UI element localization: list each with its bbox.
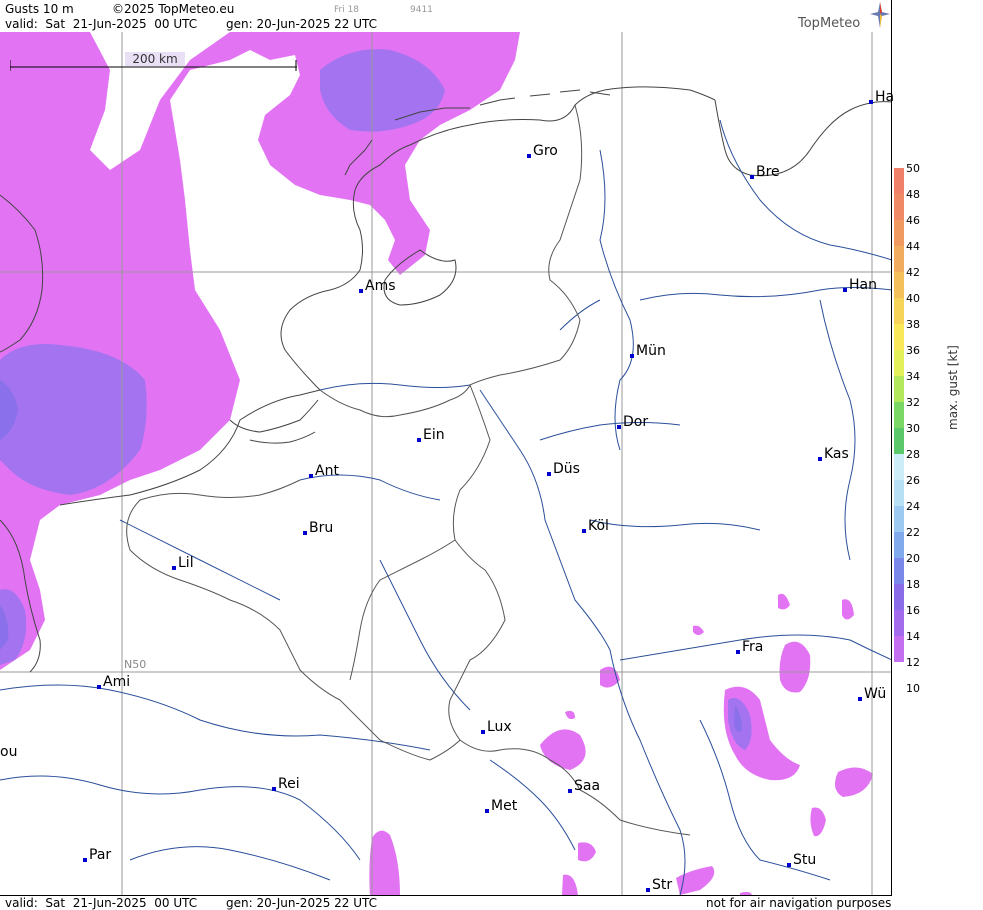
legend-swatch-24 (894, 506, 904, 532)
legend-title: max. gust [kt] (946, 345, 960, 430)
city-marker-icon (617, 425, 621, 429)
legend-tick-38: 38 (906, 318, 920, 331)
legend-swatch-30 (894, 428, 904, 454)
legend-swatch-18 (894, 584, 904, 610)
legend-tick-42: 42 (906, 266, 920, 279)
legend-tick-34: 34 (906, 370, 920, 383)
valid-time: valid: Sat 21-Jun-2025 00 UTC (5, 17, 198, 31)
city-marker-icon (582, 529, 586, 533)
legend-tick-50: 50 (906, 162, 920, 175)
footer-generated: gen: 20-Jun-2025 22 UTC (226, 896, 378, 910)
legend-tick-30: 30 (906, 422, 920, 435)
legend-swatch-32 (894, 402, 904, 428)
gust-legend: 50 48 46 44 42 40 38 36 34 32 30 28 26 24 22 20 18 16 14 12… (894, 163, 983, 698)
topmeteo-logo: TopMeteo (798, 2, 890, 32)
legend-tick-24: 24 (906, 500, 920, 513)
copyright: ©2025 TopMeteo.eu (112, 2, 235, 16)
city-marker-icon (843, 288, 847, 292)
legend-tick-14: 14 (906, 630, 920, 643)
legend-tick-22: 22 (906, 526, 920, 539)
legend-tick-18: 18 (906, 578, 920, 591)
city-marker-icon (83, 858, 87, 862)
city-marker-icon (481, 730, 485, 734)
footer-valid: valid: Sat 21-Jun-2025 00 UTC (5, 896, 198, 910)
legend-tick-26: 26 (906, 474, 920, 487)
legend-swatch-14 (894, 636, 904, 662)
generated-time: gen: 20-Jun-2025 22 UTC (226, 17, 378, 31)
legend-tick-32: 32 (906, 396, 920, 409)
city-marker-icon (485, 809, 489, 813)
legend-swatch-34 (894, 376, 904, 402)
city-marker-icon (750, 175, 754, 179)
star-logo-icon (870, 2, 890, 28)
legend-swatch-46 (894, 220, 904, 246)
city-marker-icon (818, 457, 822, 461)
city-marker-icon (272, 787, 276, 791)
city-marker-icon (858, 697, 862, 701)
legend-tick-36: 36 (906, 344, 920, 357)
legend-tick-46: 46 (906, 214, 920, 227)
legend-swatch-26 (894, 480, 904, 506)
city-marker-icon (417, 438, 421, 442)
city-marker-icon (97, 685, 101, 689)
city-marker-icon (547, 472, 551, 476)
city-marker-icon (736, 650, 740, 654)
legend-tick-12: 12 (906, 656, 920, 669)
logo-text: TopMeteo (798, 16, 861, 31)
city-marker-icon (359, 289, 363, 293)
legend-color-bar (894, 168, 904, 662)
city-marker-icon (303, 531, 307, 535)
city-marker-icon (309, 474, 313, 478)
city-marker-icon (568, 789, 572, 793)
legend-swatch-44 (894, 246, 904, 272)
footer: valid: Sat 21-Jun-2025 00 UTC gen: 20-Ju… (0, 895, 892, 910)
legend-tick-40: 40 (906, 292, 920, 305)
city-marker-icon (787, 863, 791, 867)
legend-tick-10: 10 (906, 682, 920, 695)
scale-bar: 200 km (10, 52, 297, 71)
city-marker-icon (527, 154, 531, 158)
footer-note: not for air navigation purposes (706, 896, 892, 910)
gust-map[interactable] (0, 32, 892, 895)
city-marker-icon (172, 566, 176, 570)
legend-tick-16: 16 (906, 604, 920, 617)
scale-label: 200 km (125, 52, 185, 66)
legend-swatch-40 (894, 298, 904, 324)
city-marker-icon (630, 354, 634, 358)
legend-tick-20: 20 (906, 552, 920, 565)
legend-swatch-22 (894, 532, 904, 558)
legend-swatch-50 (894, 168, 904, 194)
legend-swatch-16 (894, 610, 904, 636)
city-marker-icon (869, 100, 873, 104)
city-marker-icon (646, 888, 650, 892)
gust-field-12kt (0, 32, 873, 895)
legend-swatch-38 (894, 324, 904, 350)
legend-swatch-48 (894, 194, 904, 220)
legend-swatch-28 (894, 454, 904, 480)
product-title: Gusts 10 m (5, 2, 74, 16)
latitude-label: N50 (124, 658, 147, 671)
legend-tick-48: 48 (906, 188, 920, 201)
legend-tick-28: 28 (906, 448, 920, 461)
legend-swatch-42 (894, 272, 904, 298)
frame-small-label: Fri 18 (334, 5, 360, 15)
legend-tick-44: 44 (906, 240, 920, 253)
legend-swatch-36 (894, 350, 904, 376)
frame-code: 9411 (410, 5, 433, 15)
legend-swatch-20 (894, 558, 904, 584)
